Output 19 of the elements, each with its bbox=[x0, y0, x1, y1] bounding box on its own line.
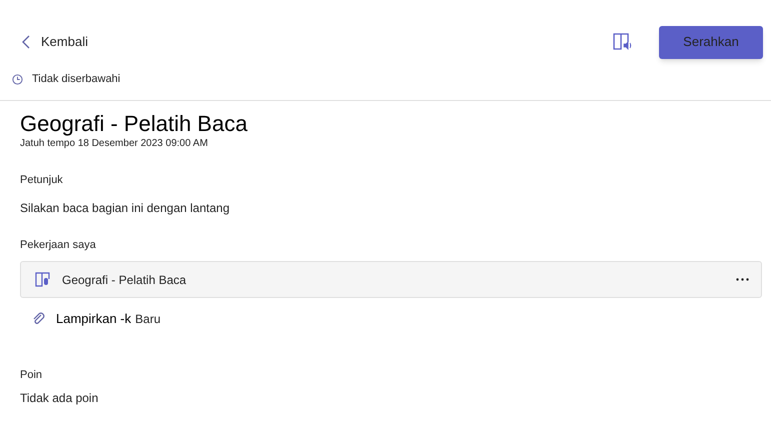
immersive-reader-icon[interactable] bbox=[613, 33, 633, 51]
back-button[interactable]: Kembali bbox=[22, 32, 88, 52]
clock-icon bbox=[12, 74, 23, 84]
instruction-text: Silakan baca bagian ini dengan lantang bbox=[20, 200, 231, 216]
assignment-title: Geografi - Pelatih Baca bbox=[20, 111, 248, 137]
new-link[interactable]: Baru bbox=[135, 310, 160, 328]
work-item[interactable]: Geografi - Pelatih Baca bbox=[20, 261, 762, 298]
reading-file-icon bbox=[35, 272, 52, 288]
section-heading: Poin bbox=[20, 368, 44, 383]
paperclip-icon bbox=[32, 312, 46, 326]
status-text: Tidak diserbawahi bbox=[32, 72, 120, 87]
attach-link[interactable]: Lampirkan -k bbox=[56, 309, 132, 329]
section-heading: Petunjuk bbox=[20, 173, 64, 188]
due-date: Jatuh tempo 18 Desember 2023 09:00 AM bbox=[20, 137, 209, 151]
work-item-title: Geografi - Pelatih Baca bbox=[62, 272, 188, 288]
section-heading: Pekerjaan saya bbox=[20, 238, 97, 252]
more-icon[interactable] bbox=[736, 278, 749, 281]
back-icon bbox=[22, 35, 31, 49]
points-text: Tidak ada poin bbox=[20, 390, 100, 406]
